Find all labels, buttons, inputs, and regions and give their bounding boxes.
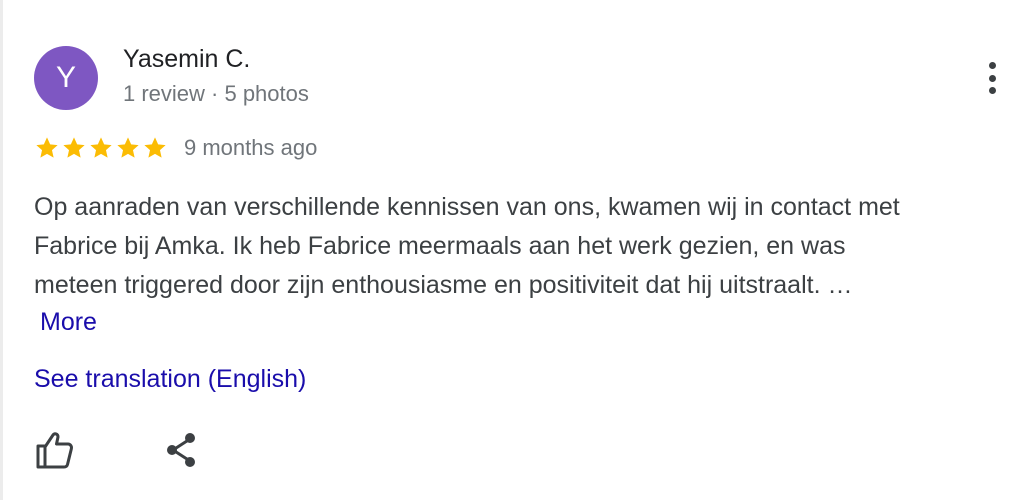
menu-dot xyxy=(988,62,996,69)
review-time: 9 months ago xyxy=(184,135,318,160)
see-translation-link[interactable]: See translation (English) xyxy=(34,365,306,394)
review-text-line: meteen triggered door zijn enthousiasme … xyxy=(34,271,853,299)
star-icon xyxy=(144,137,166,158)
avatar-letter: Y xyxy=(55,61,76,94)
review-text: Op aanraden van verschillende kennissen … xyxy=(34,188,1024,305)
review-text-line: Op aanraden van verschillende kennissen … xyxy=(34,193,900,221)
author-name[interactable]: Yasemin C. xyxy=(123,45,250,74)
like-button[interactable] xyxy=(34,430,76,470)
star-icon xyxy=(90,137,112,158)
share-button[interactable] xyxy=(162,430,202,470)
star-icon xyxy=(36,137,58,158)
more-vert-icon[interactable] xyxy=(978,58,1006,98)
share-icon xyxy=(167,433,195,467)
more-link[interactable]: More xyxy=(40,308,97,337)
thumb-up-icon xyxy=(36,432,73,469)
star-icon xyxy=(63,137,85,158)
star-icon xyxy=(117,137,139,158)
avatar[interactable]: Y xyxy=(34,46,98,110)
review-text-line: Fabrice bij Amka. Ik heb Fabrice meermaa… xyxy=(34,232,846,260)
rating-row: 9 months ago xyxy=(34,133,317,163)
menu-dot xyxy=(988,74,996,82)
author-meta: 1 review · 5 photos xyxy=(123,81,309,106)
card-edge-divider xyxy=(0,0,3,500)
menu-dot xyxy=(988,87,996,94)
star-rating xyxy=(34,135,168,161)
review-card: Y Yasemin C. 1 review · 5 photos 9 month… xyxy=(0,0,1036,500)
